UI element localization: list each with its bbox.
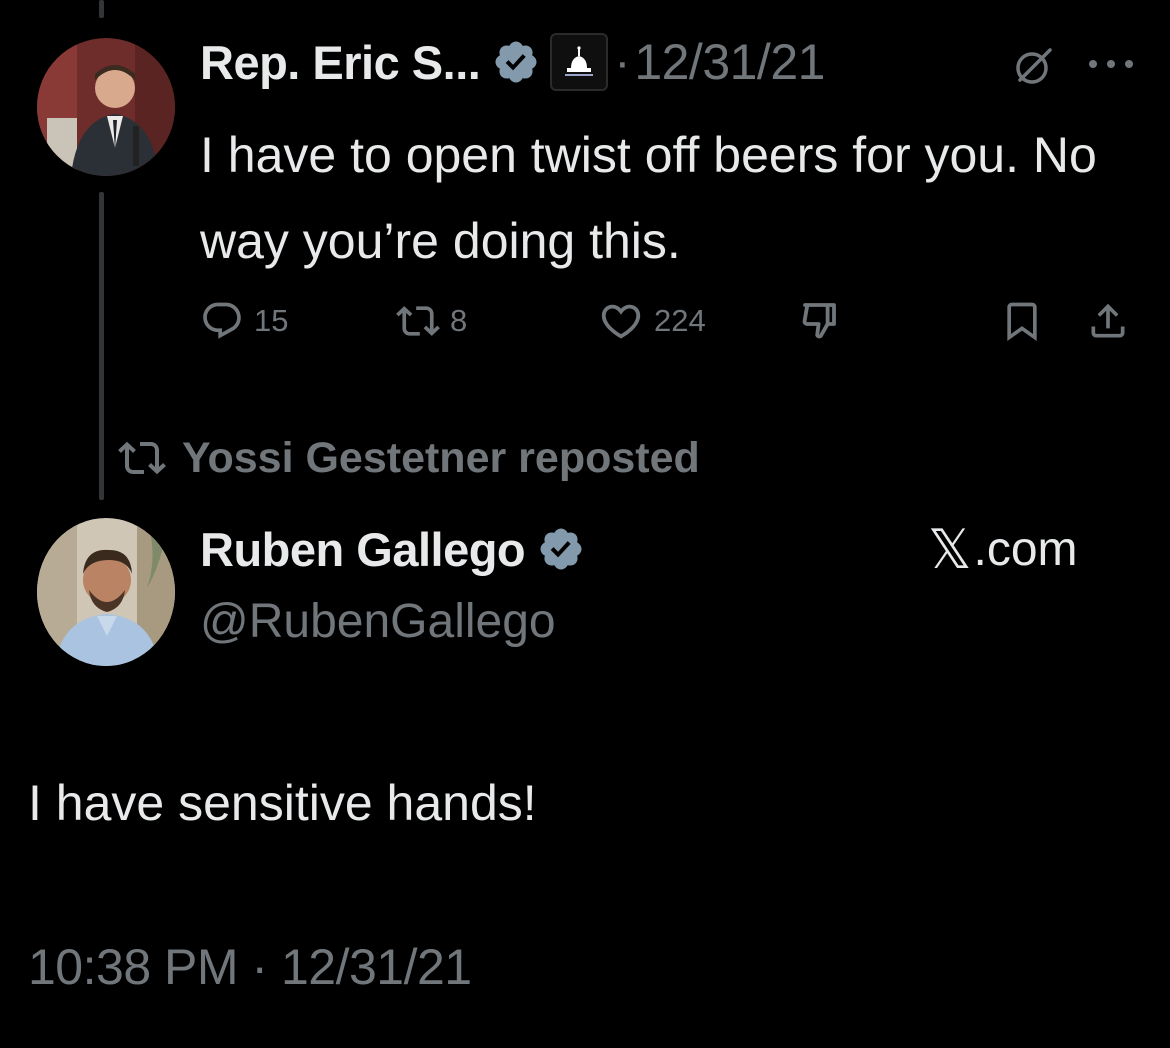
repost-icon xyxy=(396,306,440,336)
verified-badge-icon xyxy=(495,41,537,83)
brand-domain: .com xyxy=(973,522,1078,576)
x-logo-icon: 𝕏 xyxy=(928,519,972,580)
repost-banner-text: Yossi Gestetner reposted xyxy=(182,433,700,482)
thread-line-mid xyxy=(99,192,104,500)
user-handle[interactable]: @RubenGallego xyxy=(200,594,556,649)
grok-icon[interactable] xyxy=(1012,44,1056,88)
share-button[interactable] xyxy=(1086,296,1130,346)
heart-icon xyxy=(601,304,641,339)
avatar[interactable] xyxy=(37,38,175,176)
tweet-date[interactable]: 12/31/21 xyxy=(634,33,825,91)
avatar[interactable] xyxy=(37,518,175,666)
bookmark-icon xyxy=(1007,302,1037,342)
tweet-header: Ruben Gallego xyxy=(200,516,585,582)
more-options-icon[interactable] xyxy=(1083,54,1139,74)
x-com-watermark: 𝕏 .com xyxy=(928,516,1078,582)
separator-dot: · xyxy=(614,35,631,89)
bookmark-button[interactable] xyxy=(1000,296,1044,346)
action-bar: 15 8 224 xyxy=(0,296,1170,346)
tweet-text: I have sensitive hands! xyxy=(28,775,537,831)
capitol-dome-icon[interactable] xyxy=(550,33,609,91)
reply-count: 15 xyxy=(254,303,289,338)
tweet-timestamp[interactable]: 10:38 PM · 12/31/21 xyxy=(28,938,472,996)
author-name[interactable]: Rep. Eric S... xyxy=(200,35,481,90)
like-button[interactable]: 224 xyxy=(598,296,706,346)
dislike-button[interactable] xyxy=(798,296,846,346)
tweet-header: Rep. Eric S... · 12/31/21 xyxy=(200,30,825,94)
reply-button[interactable]: 15 xyxy=(200,296,288,346)
repost-count: 8 xyxy=(450,303,468,338)
repost-button[interactable]: 8 xyxy=(396,296,467,346)
repost-banner[interactable]: Yossi Gestetner reposted xyxy=(118,428,700,488)
share-icon xyxy=(1091,303,1125,338)
verified-badge-icon xyxy=(540,528,582,570)
thumbs-down-icon xyxy=(802,303,836,339)
repost-icon xyxy=(118,441,166,475)
reply-bubble-icon xyxy=(203,302,241,339)
thread-line-top xyxy=(99,0,104,18)
like-count: 224 xyxy=(654,303,706,338)
author-name[interactable]: Ruben Gallego xyxy=(200,522,526,577)
tweet-text: I have to open twist off beers for you. … xyxy=(200,127,1097,269)
